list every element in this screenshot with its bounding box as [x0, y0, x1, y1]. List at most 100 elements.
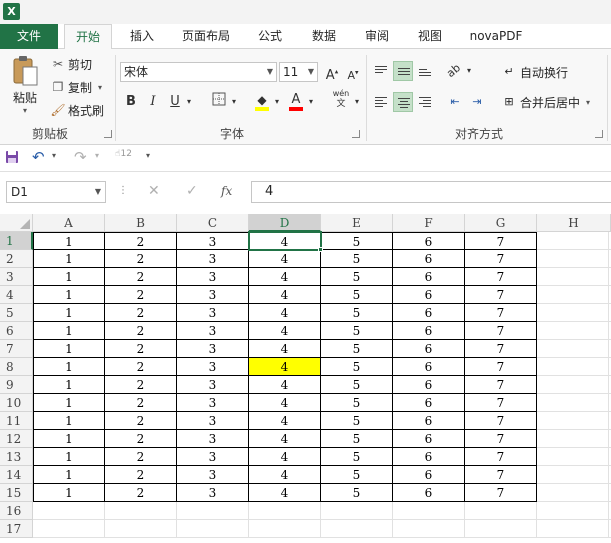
cell-a6[interactable]: 1 — [33, 322, 105, 340]
cut-button[interactable]: ✂ 剪切 — [50, 55, 92, 73]
cell-c9[interactable]: 3 — [177, 376, 249, 394]
decrease-indent-button[interactable]: ⇤ — [445, 92, 465, 112]
alignment-launcher-icon[interactable] — [595, 130, 603, 138]
cell-e13[interactable]: 5 — [321, 448, 393, 466]
column-header-h[interactable]: H — [537, 214, 611, 232]
formula-input[interactable]: 4 — [251, 181, 611, 203]
cell-d12[interactable]: 4 — [249, 430, 321, 448]
cell-d10[interactable]: 4 — [249, 394, 321, 412]
cell-d3[interactable]: 4 — [249, 268, 321, 286]
cell-g15[interactable]: 7 — [465, 484, 537, 502]
align-top-button[interactable] — [371, 61, 391, 81]
align-left-button[interactable] — [371, 92, 391, 112]
font-color-button[interactable]: A — [286, 90, 306, 111]
align-center-button[interactable] — [393, 92, 413, 112]
cell-e6[interactable]: 5 — [321, 322, 393, 340]
fill-color-dropdown-icon[interactable]: ▾ — [272, 92, 282, 112]
cell-c4[interactable]: 3 — [177, 286, 249, 304]
phonetic-dropdown-icon[interactable]: ▾ — [352, 92, 362, 112]
cell-c11[interactable]: 3 — [177, 412, 249, 430]
row-header-9[interactable]: 9 — [0, 376, 33, 394]
cell-a5[interactable]: 1 — [33, 304, 105, 322]
borders-dropdown-icon[interactable]: ▾ — [229, 92, 239, 112]
cancel-entry-button[interactable]: ✕ — [148, 183, 160, 199]
row-header-11[interactable]: 11 — [0, 412, 33, 430]
cell-f7[interactable]: 6 — [393, 340, 465, 358]
increase-font-size-button[interactable]: A▴ — [322, 62, 342, 83]
row-header-6[interactable]: 6 — [0, 322, 33, 340]
cell-a9[interactable]: 1 — [33, 376, 105, 394]
font-size-select[interactable]: 11 ▼ — [279, 62, 318, 82]
cell-c1[interactable]: 3 — [177, 232, 249, 250]
cell-g4[interactable]: 7 — [465, 286, 537, 304]
redo-dropdown-icon[interactable]: ▾ — [95, 151, 99, 160]
cell-e15[interactable]: 5 — [321, 484, 393, 502]
cell-c2[interactable]: 3 — [177, 250, 249, 268]
orientation-dropdown-icon[interactable]: ▾ — [464, 61, 474, 81]
cell-b3[interactable]: 2 — [105, 268, 177, 286]
cell-e2[interactable]: 5 — [321, 250, 393, 268]
cell-a3[interactable]: 1 — [33, 268, 105, 286]
merge-center-button[interactable]: ⊞ 合并后居中 ▾ — [501, 92, 590, 112]
cell-e12[interactable]: 5 — [321, 430, 393, 448]
cell-c6[interactable]: 3 — [177, 322, 249, 340]
cell-b13[interactable]: 2 — [105, 448, 177, 466]
cell-e3[interactable]: 5 — [321, 268, 393, 286]
cell-d1[interactable]: 4 — [249, 232, 321, 250]
tab-formulas[interactable]: 公式 — [252, 24, 288, 49]
cell-g12[interactable]: 7 — [465, 430, 537, 448]
underline-dropdown-icon[interactable]: ▾ — [184, 92, 194, 112]
column-header-b[interactable]: B — [105, 214, 177, 232]
row-header-5[interactable]: 5 — [0, 304, 33, 322]
column-header-c[interactable]: C — [177, 214, 249, 232]
tab-insert[interactable]: 插入 — [124, 24, 160, 49]
row-header-17[interactable]: 17 — [0, 520, 33, 538]
cell-c14[interactable]: 3 — [177, 466, 249, 484]
row-header-8[interactable]: 8 — [0, 358, 33, 376]
cell-f6[interactable]: 6 — [393, 322, 465, 340]
row-header-13[interactable]: 13 — [0, 448, 33, 466]
tab-home[interactable]: 开始 — [64, 24, 112, 50]
cell-e11[interactable]: 5 — [321, 412, 393, 430]
cell-g6[interactable]: 7 — [465, 322, 537, 340]
font-color-dropdown-icon[interactable]: ▾ — [306, 92, 316, 112]
font-name-select[interactable]: 宋体 ▼ — [120, 62, 277, 82]
column-header-e[interactable]: E — [321, 214, 393, 232]
row-header-1[interactable]: 1 — [0, 232, 33, 250]
cell-f2[interactable]: 6 — [393, 250, 465, 268]
fill-color-button[interactable]: ◆ — [252, 90, 272, 111]
column-header-f[interactable]: F — [393, 214, 465, 232]
cell-e8[interactable]: 5 — [321, 358, 393, 376]
cell-c8[interactable]: 3 — [177, 358, 249, 376]
row-header-16[interactable]: 16 — [0, 502, 33, 520]
cell-d7[interactable]: 4 — [249, 340, 321, 358]
cell-g7[interactable]: 7 — [465, 340, 537, 358]
tab-review[interactable]: 审阅 — [359, 24, 395, 49]
cell-b1[interactable]: 2 — [105, 232, 177, 250]
cell-c15[interactable]: 3 — [177, 484, 249, 502]
cell-a13[interactable]: 1 — [33, 448, 105, 466]
underline-button[interactable]: U — [165, 92, 185, 112]
column-header-d[interactable]: D — [249, 214, 321, 232]
cell-c5[interactable]: 3 — [177, 304, 249, 322]
cell-e5[interactable]: 5 — [321, 304, 393, 322]
cell-b9[interactable]: 2 — [105, 376, 177, 394]
row-header-3[interactable]: 3 — [0, 268, 33, 286]
cell-f4[interactable]: 6 — [393, 286, 465, 304]
cell-g13[interactable]: 7 — [465, 448, 537, 466]
cell-c3[interactable]: 3 — [177, 268, 249, 286]
cell-b10[interactable]: 2 — [105, 394, 177, 412]
cell-a7[interactable]: 1 — [33, 340, 105, 358]
tab-file[interactable]: 文件 — [0, 24, 58, 49]
cell-a1[interactable]: 1 — [33, 232, 105, 250]
cell-a4[interactable]: 1 — [33, 286, 105, 304]
tab-page-layout[interactable]: 页面布局 — [176, 24, 236, 49]
cell-e10[interactable]: 5 — [321, 394, 393, 412]
cell-f13[interactable]: 6 — [393, 448, 465, 466]
cell-d9[interactable]: 4 — [249, 376, 321, 394]
cell-g5[interactable]: 7 — [465, 304, 537, 322]
cell-d8[interactable]: 4 — [249, 358, 321, 376]
cell-d15[interactable]: 4 — [249, 484, 321, 502]
cell-f10[interactable]: 6 — [393, 394, 465, 412]
decrease-font-size-button[interactable]: A▾ — [343, 62, 363, 82]
